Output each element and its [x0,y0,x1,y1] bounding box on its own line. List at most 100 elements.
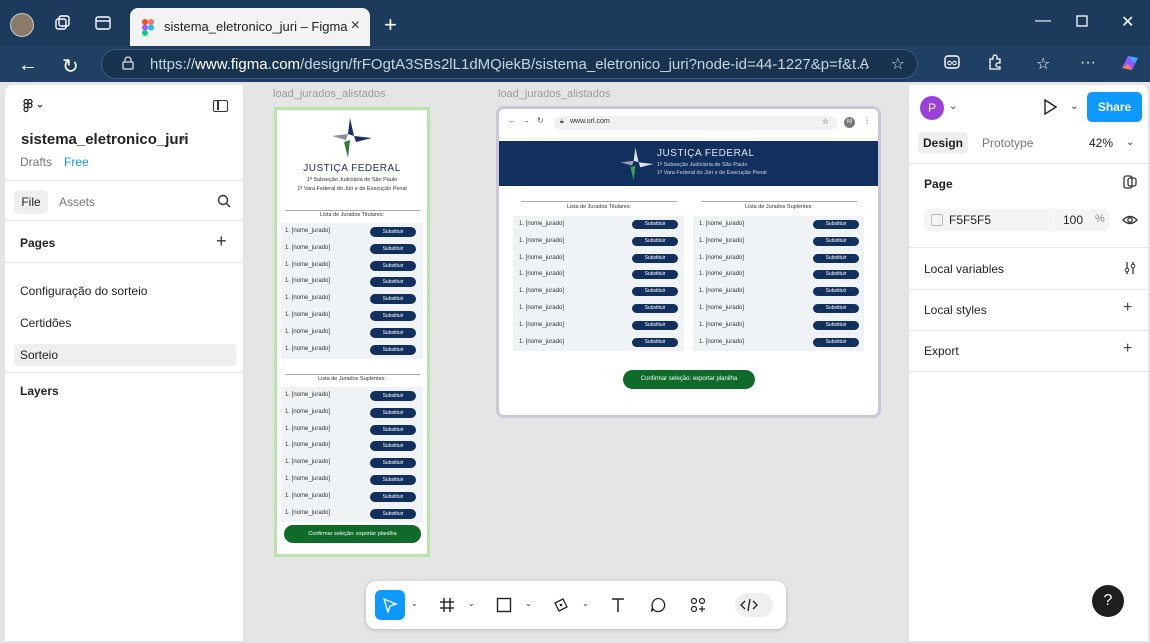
help-button[interactable]: ? [1092,585,1124,617]
page-item[interactable]: Certidões [14,312,236,334]
actions-tool[interactable] [683,590,713,620]
tab-assets[interactable]: Assets [59,195,95,209]
minimize-icon[interactable]: — [1035,12,1051,30]
read-aloud-icon[interactable]: A [860,55,869,71]
substituir-button[interactable]: Substituir [370,327,416,338]
pen-tool[interactable] [546,590,576,620]
back-icon[interactable]: ← [18,54,38,77]
substituir-button[interactable]: Substituir [370,311,416,321]
reload-icon[interactable]: ↻ [62,54,79,79]
tab-file[interactable]: File [14,190,48,214]
substituir-button[interactable]: Substituir [370,294,416,305]
chevron-down-icon[interactable]: ⌄ [1126,137,1134,148]
add-page-icon[interactable]: + [216,231,227,252]
substituir-button[interactable]: Substituir [813,304,859,313]
substituir-button[interactable]: Substituir [370,475,416,485]
favorite-star-icon[interactable]: ☆ [891,54,905,74]
chevron-down-icon[interactable]: ⌄ [1070,101,1078,112]
substituir-button[interactable]: Substituir [632,320,678,330]
collections-icon[interactable] [54,15,72,33]
browser-tab[interactable]: sistema_eletronico_juri – Figma × [130,8,370,46]
page-item-selected[interactable]: Sorteio [14,344,236,366]
chevron-down-icon[interactable]: ⌄ [949,101,957,112]
more-menu-icon[interactable]: ··· [1080,54,1096,72]
substituir-button[interactable]: Substituir [813,220,859,229]
add-export-icon[interactable]: + [1123,340,1132,358]
comment-tool[interactable] [643,590,673,620]
fill-swatch[interactable] [931,214,943,226]
dev-mode-toggle[interactable] [735,593,773,617]
substituir-button[interactable]: Substituir [813,253,859,263]
figma-menu-icon[interactable] [23,98,45,117]
frame-label-desktop[interactable]: load_jurados_alistados [498,88,611,100]
substituir-button[interactable]: Substituir [813,287,859,297]
substituir-button[interactable]: Substituir [370,441,416,452]
substituir-button[interactable]: Substituir [632,287,678,297]
search-icon[interactable] [217,194,231,208]
substituir-button[interactable]: Substituir [370,243,416,254]
variables-icon[interactable] [1123,261,1137,280]
move-tool[interactable] [375,590,405,620]
confirm-export-button[interactable]: Confirmar seleção: exportar planilha [623,370,755,389]
substituir-button[interactable]: Substituir [370,344,416,355]
substituir-button[interactable]: Substituir [632,304,678,313]
fill-hex-value[interactable]: F5F5F5 [949,213,991,227]
extensions-puzzle-icon[interactable] [987,54,1003,75]
profile-avatar[interactable] [10,13,34,37]
substituir-button[interactable]: Substituir [632,236,678,246]
substituir-button[interactable]: Substituir [370,277,416,288]
close-window-icon[interactable]: ✕ [1121,12,1134,32]
substituir-button[interactable]: Substituir [813,337,859,347]
shape-tool[interactable] [489,590,519,620]
toggle-sidebar-icon[interactable] [213,100,228,112]
copilot-icon[interactable] [1120,54,1140,77]
substituir-button[interactable]: Substituir [632,270,678,280]
visibility-eye-icon[interactable] [1122,212,1138,228]
substituir-button[interactable]: Substituir [370,391,416,401]
substituir-button[interactable]: Substituir [813,320,859,330]
chevron-down-icon[interactable]: ⌄ [179,132,187,143]
substituir-button[interactable]: Substituir [370,424,416,435]
close-tab-icon[interactable]: × [351,17,360,35]
chevron-down-icon[interactable]: ⌄ [468,599,475,608]
substituir-button[interactable]: Substituir [370,458,416,469]
desktop-frame[interactable]: ← → ↻ 🔒︎ www.url.com ☆ M ⋮ JUSTIÇA FEDER… [496,106,881,418]
extension-icon[interactable] [944,54,960,75]
substituir-button[interactable]: Substituir [813,270,859,280]
substituir-button[interactable]: Substituir [370,260,416,271]
new-tab-icon[interactable]: + [384,12,397,38]
tab-actions-icon[interactable] [95,15,113,33]
tab-prototype[interactable]: Prototype [982,136,1033,150]
mobile-frame[interactable]: JUSTIÇA FEDERAL 1ª Subseção Judiciária d… [274,107,430,557]
frame-label-mobile[interactable]: load_jurados_alistados [273,88,386,100]
substituir-button[interactable]: Substituir [370,407,416,418]
page-item[interactable]: Configuração do sorteio [14,280,236,302]
page-fill-field[interactable]: F5F5F5 100 % [924,209,1109,231]
text-tool[interactable] [603,590,633,620]
substituir-button[interactable]: Substituir [813,236,859,246]
substituir-button[interactable]: Substituir [370,227,416,237]
favorites-icon[interactable]: ☆ [1036,54,1050,74]
maximize-icon[interactable] [1076,14,1088,32]
chevron-down-icon[interactable]: ⌄ [582,599,589,608]
frame-tool[interactable] [432,590,462,620]
substituir-button[interactable]: Substituir [632,337,678,347]
fill-opacity-value[interactable]: 100 [1063,213,1083,227]
share-button[interactable]: Share [1087,92,1142,122]
tab-design[interactable]: Design [918,132,968,154]
chevron-down-icon[interactable]: ⌄ [525,599,532,608]
canvas[interactable]: load_jurados_alistados load_jurados_alis… [245,85,907,641]
styles-icon[interactable] [1123,175,1137,194]
substituir-button[interactable]: Substituir [632,220,678,229]
chevron-down-icon[interactable]: ⌄ [411,599,418,608]
url-field[interactable]: https://www.figma.com/design/frFOgtA3SBs… [101,49,918,79]
plan-badge[interactable]: Free [64,155,89,169]
add-style-icon[interactable]: + [1123,299,1132,317]
drafts-link[interactable]: Drafts [20,155,52,169]
substituir-button[interactable]: Substituir [370,508,416,519]
present-play-icon[interactable] [1043,99,1057,115]
zoom-level[interactable]: 42% [1089,136,1113,150]
substituir-button[interactable]: Substituir [370,491,416,502]
confirm-export-button[interactable]: Confirmar seleção: exportar planilha [284,525,421,543]
file-name[interactable]: sistema_eletronico_juri [21,131,189,148]
